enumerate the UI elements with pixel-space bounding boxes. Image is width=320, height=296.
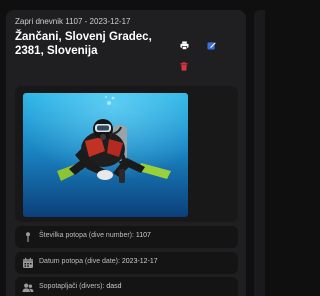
delete-button[interactable]	[178, 60, 190, 72]
pin-icon	[26, 232, 30, 242]
edit-icon	[206, 41, 216, 50]
field-divers: Sopotapljači (divers): dasd	[15, 277, 238, 296]
field-value: dasd	[106, 283, 122, 290]
print-button[interactable]	[178, 39, 190, 51]
field-value: 2023-12-17	[121, 258, 158, 265]
field-label: Številka potopa (dive number):	[39, 232, 134, 239]
calendar-icon	[23, 257, 33, 268]
page: Zapri dnevnik 1107 - 2023-12-17 Žančani,…	[0, 0, 265, 296]
entry-subtitle: Zapri dnevnik 1107 - 2023-12-17	[15, 17, 131, 26]
edit-button[interactable]	[205, 39, 217, 51]
field-dive-date: Datum potopa (dive date): 2023-12-17	[15, 252, 238, 274]
diver-photo[interactable]	[23, 93, 188, 217]
adjacent-card-edge	[254, 10, 265, 296]
users-icon	[22, 283, 34, 292]
printer-icon	[179, 40, 189, 50]
field-value: 1107	[135, 232, 151, 239]
field-label: Datum potopa (dive date):	[39, 258, 120, 265]
field-dive-number: Številka potopa (dive number): 1107	[15, 226, 238, 248]
diver-image	[23, 93, 188, 217]
entry-title: Žančani, Slovenj Gradec, 2381, Slovenija	[15, 31, 152, 57]
trash-icon	[180, 61, 188, 71]
field-label: Sopotapljači (divers):	[39, 283, 105, 290]
